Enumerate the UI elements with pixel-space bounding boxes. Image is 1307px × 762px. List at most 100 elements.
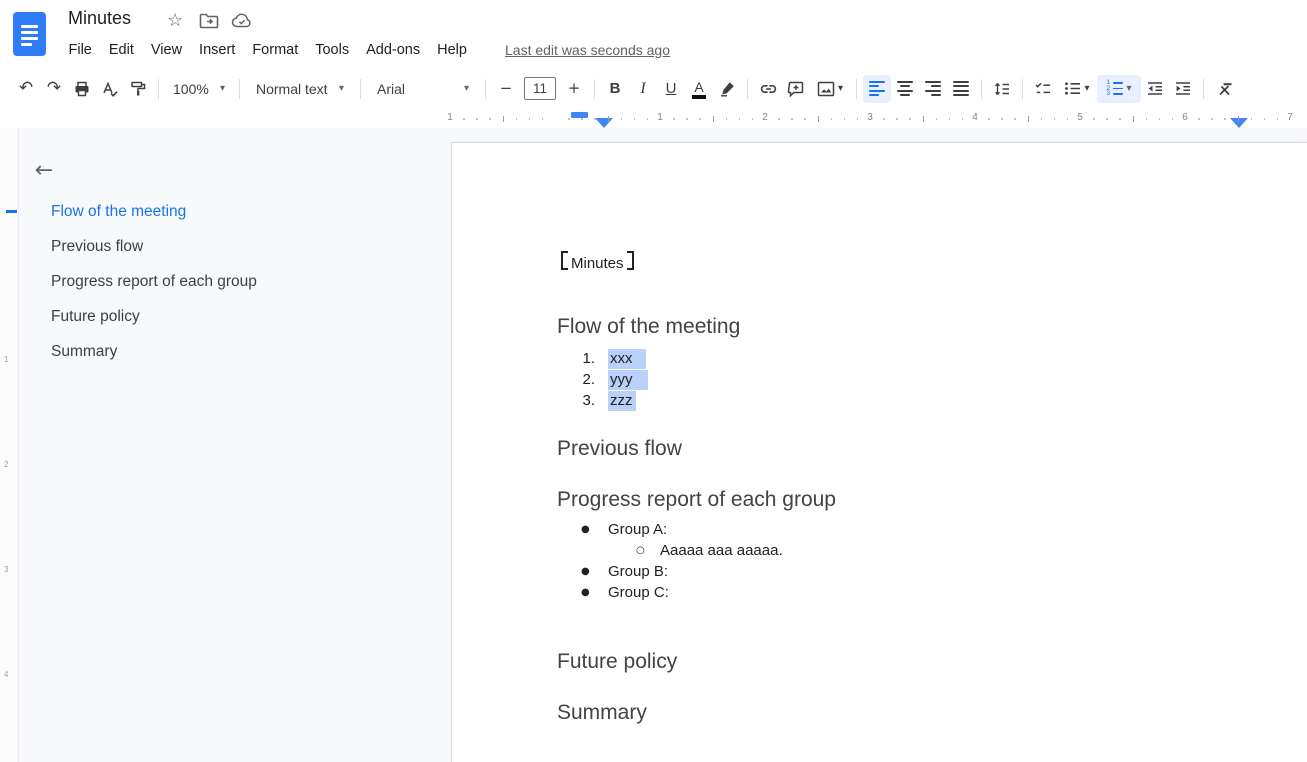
ruler-tick [463,118,465,120]
ruler-tick [542,118,544,120]
ruler-tick [594,118,596,120]
zoom-select[interactable]: 100%▾ [165,75,233,103]
insert-link-button[interactable] [754,75,782,103]
toolbar-separator [360,79,361,99]
current-color-bar [692,95,706,99]
increase-indent-button[interactable] [1169,75,1197,103]
document-page[interactable]: Minutes Flow of the meeting 1. xxx 2. yy… [451,142,1307,762]
checklist-button[interactable] [1029,75,1057,103]
print-button[interactable] [68,75,96,103]
italic-button[interactable]: I [629,75,657,103]
selected-text: xxx [608,349,646,369]
document-canvas: Minutes Flow of the meeting 1. xxx 2. yy… [450,128,1307,762]
ruler-tick [883,118,885,120]
outline-item-future-policy[interactable]: Future policy [51,306,140,328]
line-spacing-button[interactable] [988,75,1016,103]
document-title[interactable]: Minutes [68,8,131,29]
vertical-ruler-number: 4 [4,670,8,679]
chevron-down-icon: ▾ [464,83,469,94]
docs-logo-icon[interactable] [13,12,46,56]
ruler-tick [476,118,478,120]
underline-button[interactable]: U [657,75,685,103]
doc-heading-previous[interactable]: Previous flow [557,435,682,463]
ruler-tick [1277,118,1279,120]
doc-intro-line[interactable]: Minutes [561,251,634,274]
highlight-color-button[interactable] [713,75,741,103]
bold-button[interactable]: B [601,75,629,103]
close-outline-back-icon[interactable]: ← [26,152,62,188]
ruler-tick [1264,118,1266,120]
ruler-number: 3 [867,112,873,123]
redo-button[interactable]: ↷ [40,75,68,103]
move-to-folder-icon[interactable] [199,12,219,29]
star-icon[interactable]: ☆ [167,10,183,32]
ruler-number: 2 [762,112,768,123]
doc-heading-flow[interactable]: Flow of the meeting [557,313,740,341]
menu-file[interactable]: File [60,40,100,60]
toolbar-separator [1022,79,1023,99]
right-indent-marker[interactable] [1230,118,1248,128]
font-size-decrease-button[interactable]: − [492,75,520,103]
save-status-cloud-icon[interactable] [231,12,253,29]
clear-formatting-button[interactable] [1210,75,1238,103]
spellcheck-button[interactable] [96,75,124,103]
align-center-button[interactable] [891,75,919,103]
vertical-ruler-number: 3 [4,565,8,574]
selected-text: zzz [608,391,636,411]
paint-format-button[interactable] [124,75,152,103]
font-family-select[interactable]: Arial▾ [367,75,479,103]
toolbar-separator [239,79,240,99]
outline-item-progress-report[interactable]: Progress report of each group [51,271,257,293]
doc-heading-summary[interactable]: Summary [557,699,647,727]
bulleted-list-button[interactable]: ▾ [1057,75,1097,103]
bullet-icon: ● [581,520,590,540]
ruler-number: 1 [447,112,453,123]
menu-format[interactable]: Format [244,40,307,60]
ruler-tick [857,118,859,120]
ruler-tick [1159,118,1161,120]
outline-item-flow-of-the-meeting[interactable]: Flow of the meeting [51,201,186,223]
font-size-increase-button[interactable]: + [560,75,588,103]
doc-heading-progress[interactable]: Progress report of each group [557,486,836,514]
ruler-number: 6 [1182,112,1188,123]
first-line-indent-marker[interactable] [571,112,588,118]
align-left-button[interactable] [863,75,891,103]
undo-button[interactable]: ↶ [12,75,40,103]
chevron-down-icon: ▾ [1084,83,1089,94]
ruler-tick [673,118,675,120]
add-comment-button[interactable] [782,75,810,103]
text-color-button[interactable]: A [685,75,713,103]
menu-insert[interactable]: Insert [191,40,244,60]
left-indent-marker[interactable] [595,118,613,128]
menu-view[interactable]: View [142,40,190,60]
align-justify-button[interactable] [947,75,975,103]
menu-tools[interactable]: Tools [307,40,358,60]
last-edit-link[interactable]: Last edit was seconds ago [505,42,670,58]
ruler-tick [1133,116,1134,122]
outline-item-summary[interactable]: Summary [51,341,117,363]
menu-addons[interactable]: Add-ons [358,40,429,60]
outline-item-previous-flow[interactable]: Previous flow [51,236,143,258]
menu-help[interactable]: Help [429,40,476,60]
font-size-input[interactable]: 11 [524,77,556,100]
doc-heading-future[interactable]: Future policy [557,648,677,676]
ruler-tick [1054,118,1056,120]
paragraph-style-select[interactable]: Normal text▾ [246,75,354,103]
insert-image-button[interactable]: ▾ [810,75,850,103]
menu-edit[interactable]: Edit [100,40,142,60]
ruler-tick [581,118,583,120]
ruler-tick [988,118,990,120]
vertical-ruler-number: 2 [4,460,8,469]
left-lenticular-bracket [561,251,568,270]
ruler-tick [1198,118,1200,120]
numbered-list-button[interactable]: 1 2 3 ▾ [1097,75,1141,103]
ruler-tick [1067,118,1069,120]
ruler-tick [713,116,714,122]
ruler-tick [1146,118,1148,120]
align-right-button[interactable] [919,75,947,103]
decrease-indent-button[interactable] [1141,75,1169,103]
horizontal-ruler[interactable]: 11234567 [0,110,1307,129]
ruler-tick [634,118,636,120]
main-area: 1234 ← Flow of the meeting Previous flow… [0,128,1307,762]
ruler-tick [503,116,504,122]
